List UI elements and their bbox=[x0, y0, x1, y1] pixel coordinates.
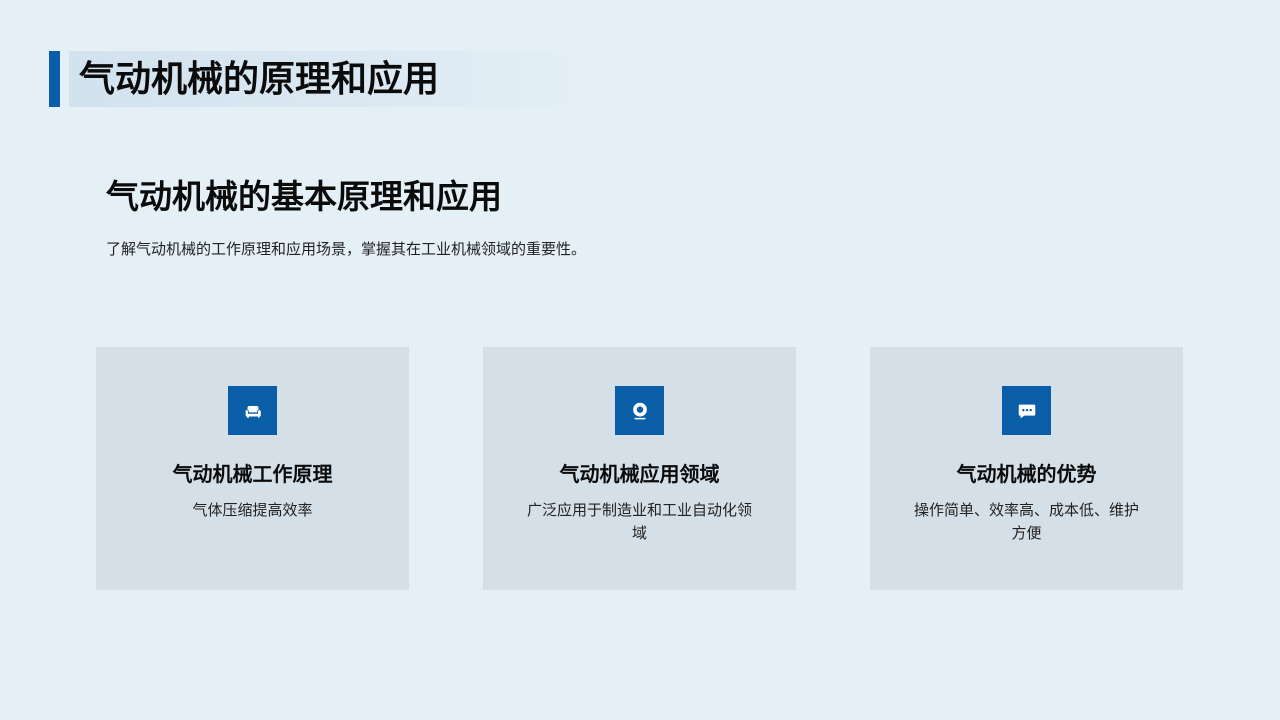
card-text: 操作简单、效率高、成本低、维护方便 bbox=[913, 501, 1139, 542]
card-text: 广泛应用于制造业和工业自动化领域 bbox=[526, 501, 752, 542]
card-title: 气动机械的优势 bbox=[956, 462, 1097, 486]
section-description: 了解气动机械的工作原理和应用场景，掌握其在工业机械领域的重要性。 bbox=[106, 240, 587, 258]
card-text: 气体压缩提高效率 bbox=[192, 501, 313, 519]
card-title: 气动机械工作原理 bbox=[172, 462, 333, 486]
card-working-principle: 气动机械工作原理 气体压缩提高效率 bbox=[96, 347, 409, 590]
card-application-fields: 气动机械应用领域 广泛应用于制造业和工业自动化领域 bbox=[483, 347, 796, 590]
page-title: 气动机械的原理和应用 bbox=[79, 59, 440, 100]
card-advantages: 气动机械的优势 操作简单、效率高、成本低、维护方便 bbox=[870, 347, 1183, 590]
chat-bubble-icon bbox=[1002, 386, 1051, 435]
section-heading: 气动机械的基本原理和应用 bbox=[106, 177, 502, 216]
couch-icon bbox=[228, 386, 277, 435]
card-title: 气动机械应用领域 bbox=[559, 462, 720, 486]
title-accent-bar bbox=[49, 51, 60, 107]
webcam-icon bbox=[615, 386, 664, 435]
